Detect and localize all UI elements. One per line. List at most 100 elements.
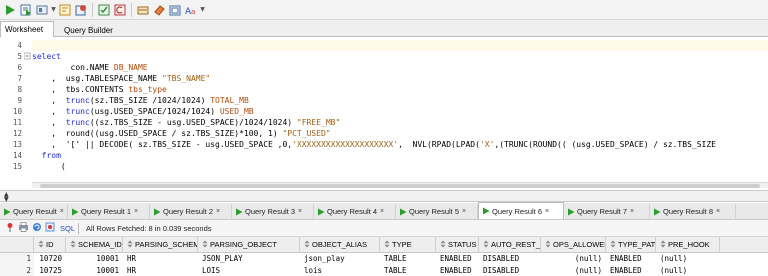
table-cell[interactable]: TABLE [380,265,436,276]
run-script-icon[interactable] [19,3,33,17]
clear-icon[interactable] [136,3,150,17]
code-area[interactable]: select con.NAME DB_NAME , usg.TABLESPACE… [32,38,768,190]
run-statement-icon[interactable] [3,3,17,17]
table-cell[interactable]: json_play [300,253,380,265]
row-number[interactable]: 1 [0,253,34,265]
code-line[interactable]: , usg.TABLESPACE_NAME "TBS_NAME" [32,73,768,84]
explain-plan-icon[interactable] [58,3,72,17]
sql-editor[interactable]: 4 5 6 7 8 9 10 11 12 13 14 15 select con.NAME DB_NA… [0,38,768,190]
table-cell[interactable]: ENABLED [436,253,479,265]
table-cell[interactable]: (null) [541,253,606,265]
tab-query-result-8[interactable]: Query Result 8 × [650,204,736,219]
sql-link[interactable]: SQL [60,224,75,233]
editor-results-splitter[interactable]: ▲ ▼ [0,190,768,203]
table-cell[interactable]: 10725 [34,265,66,276]
autotrace-icon[interactable] [35,3,49,17]
column-header[interactable]: STATUS [436,237,479,253]
sort-icon[interactable] [483,238,489,248]
code-line[interactable]: , trunc((sz.TBS_SIZE - usg.USED_SPACE)/1… [32,117,768,128]
tab-query-result-6[interactable]: Query Result 6 × [478,202,564,219]
commit-icon[interactable] [97,3,111,17]
column-header[interactable]: SCHEMA_ID [66,237,123,253]
table-cell[interactable]: 10001 [66,265,123,276]
column-header[interactable]: PRE_HOOK [656,237,720,253]
sort-icon[interactable] [660,238,666,248]
sort-icon[interactable] [70,238,76,248]
eraser-icon[interactable] [152,3,166,17]
tab-query-result-5[interactable]: Query Result 5 × [396,204,478,219]
column-header[interactable]: PARSING_SCHEMA [123,237,198,253]
sort-icon[interactable] [38,238,44,248]
column-header[interactable]: PARSING_OBJECT [198,237,300,253]
table-cell[interactable]: (null) [656,253,720,265]
sql-history-icon[interactable] [168,3,182,17]
tab-query-result-7[interactable]: Query Result 7 × [564,204,650,219]
table-cell[interactable]: 10720 [34,253,66,265]
code-line[interactable]: select [32,51,768,62]
results-grid[interactable]: ID SCHEMA_ID PARSING_SCHEMA PARSING_OBJECT O… [0,237,768,276]
tab-query-result-3[interactable]: Query Result 3 × [232,204,314,219]
table-cell[interactable]: ENABLED [436,265,479,276]
tuning-advisor-icon[interactable] [74,3,88,17]
tab-query-result-0[interactable]: Query Result × [0,204,68,219]
table-cell[interactable]: (null) [656,265,720,276]
table-cell[interactable]: DISABLED [479,265,541,276]
close-icon[interactable]: × [630,208,634,215]
close-icon[interactable]: × [545,208,549,215]
column-header[interactable]: AUTO_REST_AUTH [479,237,541,253]
editor-horizontal-scrollbar[interactable] [32,182,768,188]
table-cell[interactable]: (null) [541,265,606,276]
sort-icon[interactable] [127,238,133,248]
code-line[interactable]: , round((usg.USED_SPACE / sz.TBS_SIZE)*1… [32,128,768,139]
table-row[interactable]: 1 10720 10001 HR JSON_PLAY json_play TABLE ENAB… [0,253,768,265]
scrollbar-thumb[interactable] [40,184,760,188]
pin-icon[interactable] [5,222,15,234]
tab-query-result-2[interactable]: Query Result 2 × [150,204,232,219]
close-icon[interactable]: × [380,208,384,215]
table-cell[interactable]: HR [123,265,198,276]
code-line[interactable]: , '[' || DECODE( sz.TBS_SIZE - usg.USED_… [32,139,768,150]
sort-icon[interactable] [440,238,446,248]
column-header[interactable]: OBJECT_ALIAS [300,237,380,253]
column-header[interactable]: OPS_ALLOWED [541,237,606,253]
table-cell[interactable]: 10001 [66,253,123,265]
table-cell[interactable]: DISABLED [479,253,541,265]
table-cell[interactable]: JSON_PLAY [198,253,300,265]
code-line[interactable]: , tbs.CONTENTS tbs_type [32,84,768,95]
close-icon[interactable]: × [216,208,220,215]
table-cell[interactable]: HR [123,253,198,265]
table-cell[interactable]: LOIS [198,265,300,276]
code-line[interactable] [32,40,768,51]
tab-query-builder[interactable]: Query Builder [60,23,120,37]
column-header[interactable]: TYPE_PATH [606,237,656,253]
close-icon[interactable]: × [60,208,64,215]
row-number[interactable]: 2 [0,265,34,276]
autotrace-dropdown-icon[interactable]: ▼ [51,3,56,17]
sort-icon[interactable] [545,238,551,248]
tab-worksheet[interactable]: Worksheet [0,21,54,37]
table-row[interactable]: 2 10725 10001 HR LOIS lois TABLE ENABLED DISABLE… [0,265,768,276]
export-icon[interactable] [45,222,55,234]
close-icon[interactable]: × [134,208,138,215]
format-dropdown-icon[interactable]: ▼ [200,3,205,17]
rollback-icon[interactable] [113,3,127,17]
table-cell[interactable]: TABLE [380,253,436,265]
code-line[interactable]: ( [32,161,768,172]
refresh-icon[interactable] [32,222,42,234]
tab-query-result-1[interactable]: Query Result 1 × [68,204,150,219]
table-cell[interactable]: ENABLED [606,265,656,276]
table-cell[interactable]: lois [300,265,380,276]
format-icon[interactable]: Aa [184,3,198,17]
code-line[interactable]: , trunc(usg.USED_SPACE/1024/1024) USED_M… [32,106,768,117]
sort-icon[interactable] [384,238,390,248]
print-icon[interactable] [18,222,29,234]
close-icon[interactable]: × [462,208,466,215]
code-line[interactable]: con.NAME DB_NAME [32,62,768,73]
column-header[interactable]: TYPE [380,237,436,253]
code-line[interactable]: from [32,150,768,161]
splitter-arrows-icon[interactable]: ▲ ▼ [4,192,9,203]
column-header[interactable]: ID [34,237,66,253]
close-icon[interactable]: × [716,208,720,215]
code-line[interactable]: , trunc(sz.TBS_SIZE /1024/1024) TOTAL_MB [32,95,768,106]
sort-icon[interactable] [304,238,310,248]
